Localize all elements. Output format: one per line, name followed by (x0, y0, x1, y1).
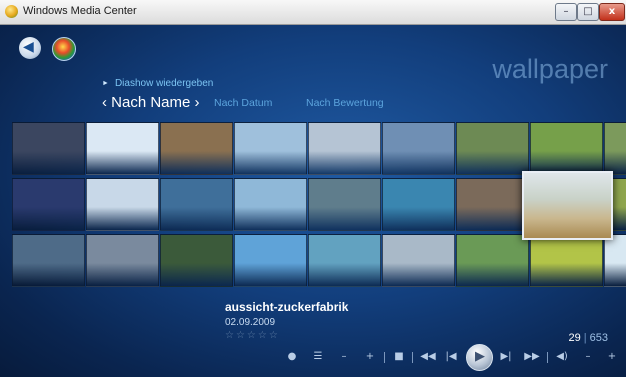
media-center-icon (5, 5, 18, 18)
sort-by-date[interactable]: Nach Datum (214, 97, 272, 109)
guide-button[interactable]: ☰ (310, 351, 326, 362)
stop-button[interactable]: ■ (391, 351, 407, 362)
back-arrow-icon: ◀ (23, 39, 34, 55)
volume-up-button[interactable]: + (604, 351, 620, 362)
photo-thumbnail[interactable] (308, 178, 381, 231)
volume-down-button[interactable]: – (580, 351, 596, 362)
photo-thumbnail[interactable] (604, 234, 626, 287)
transport-divider (412, 352, 413, 363)
photo-thumbnail[interactable] (160, 234, 233, 287)
rating-stars[interactable]: ☆☆☆☆☆ (225, 330, 348, 341)
rewind-button[interactable]: ◀◀ (417, 351, 439, 362)
media-center-window: Windows Media Center – □ x ◀ wallpaper ►… (0, 0, 626, 377)
section-title: wallpaper (492, 54, 608, 84)
close-button[interactable]: x (599, 3, 625, 21)
photo-thumbnail[interactable] (234, 234, 307, 287)
play-icon: ▶ (475, 349, 485, 364)
photo-thumbnail[interactable] (308, 234, 381, 287)
transport-divider (547, 352, 548, 363)
photo-thumbnail[interactable] (160, 178, 233, 231)
fast-forward-button[interactable]: ▶▶ (521, 351, 543, 362)
previous-button[interactable]: |◀ (443, 351, 459, 362)
photo-thumbnail[interactable] (530, 234, 603, 287)
photo-thumbnail[interactable] (382, 234, 455, 287)
caption: aussicht-zuckerfabrik 02.09.2009 ☆☆☆☆☆ (225, 300, 348, 341)
photo-thumbnail[interactable] (382, 178, 455, 231)
maximize-button[interactable]: □ (577, 3, 599, 21)
photo-thumbnail[interactable] (234, 178, 307, 231)
transport-controls: ● ☰ – + ■ ◀◀ |◀ ▶ ▶| ▶▶ ◀) – + (0, 343, 626, 373)
photo-thumbnail[interactable] (530, 122, 603, 175)
photo-thumbnail[interactable] (456, 178, 529, 231)
photo-thumbnail[interactable] (12, 122, 85, 175)
transport-divider (384, 352, 385, 363)
play-button[interactable]: ▶ (466, 344, 493, 371)
photo-thumbnail[interactable] (456, 234, 529, 287)
next-button[interactable]: ▶| (498, 351, 514, 362)
sort-by-rating[interactable]: Nach Bewertung (306, 97, 384, 109)
play-bullet-icon: ► (102, 80, 109, 87)
photo-thumbnail[interactable] (86, 234, 159, 287)
photo-thumbnail[interactable] (234, 122, 307, 175)
window-title: Windows Media Center (23, 5, 137, 17)
photo-thumbnail[interactable] (382, 122, 455, 175)
photo-thumbnail[interactable] (308, 122, 381, 175)
photo-date: 02.09.2009 (225, 317, 276, 328)
photo-thumbnail[interactable] (160, 122, 233, 175)
record-button[interactable]: ● (284, 351, 300, 362)
play-slideshow-link[interactable]: ► Diashow wiedergeben (102, 78, 213, 89)
sort-by-name[interactable]: ‹ Nach Name › (102, 94, 200, 111)
title-bar[interactable]: Windows Media Center – □ x (0, 0, 626, 25)
photo-name: aussicht-zuckerfabrik (225, 300, 349, 314)
start-button[interactable] (52, 37, 76, 61)
channel-down-button[interactable]: – (336, 351, 352, 362)
channel-up-button[interactable]: + (362, 351, 378, 362)
selected-photo-thumbnail[interactable] (522, 171, 613, 240)
photo-thumbnail[interactable] (12, 178, 85, 231)
photo-thumbnail[interactable] (86, 122, 159, 175)
photo-thumbnail[interactable] (86, 178, 159, 231)
photo-thumbnail[interactable] (604, 122, 626, 175)
mute-button[interactable]: ◀) (553, 351, 571, 362)
back-button[interactable]: ◀ (19, 37, 41, 59)
play-slideshow-label: Diashow wiedergeben (114, 78, 214, 89)
photo-thumbnail[interactable] (456, 122, 529, 175)
minimize-button[interactable]: – (555, 3, 577, 21)
photo-thumbnail[interactable] (12, 234, 85, 287)
